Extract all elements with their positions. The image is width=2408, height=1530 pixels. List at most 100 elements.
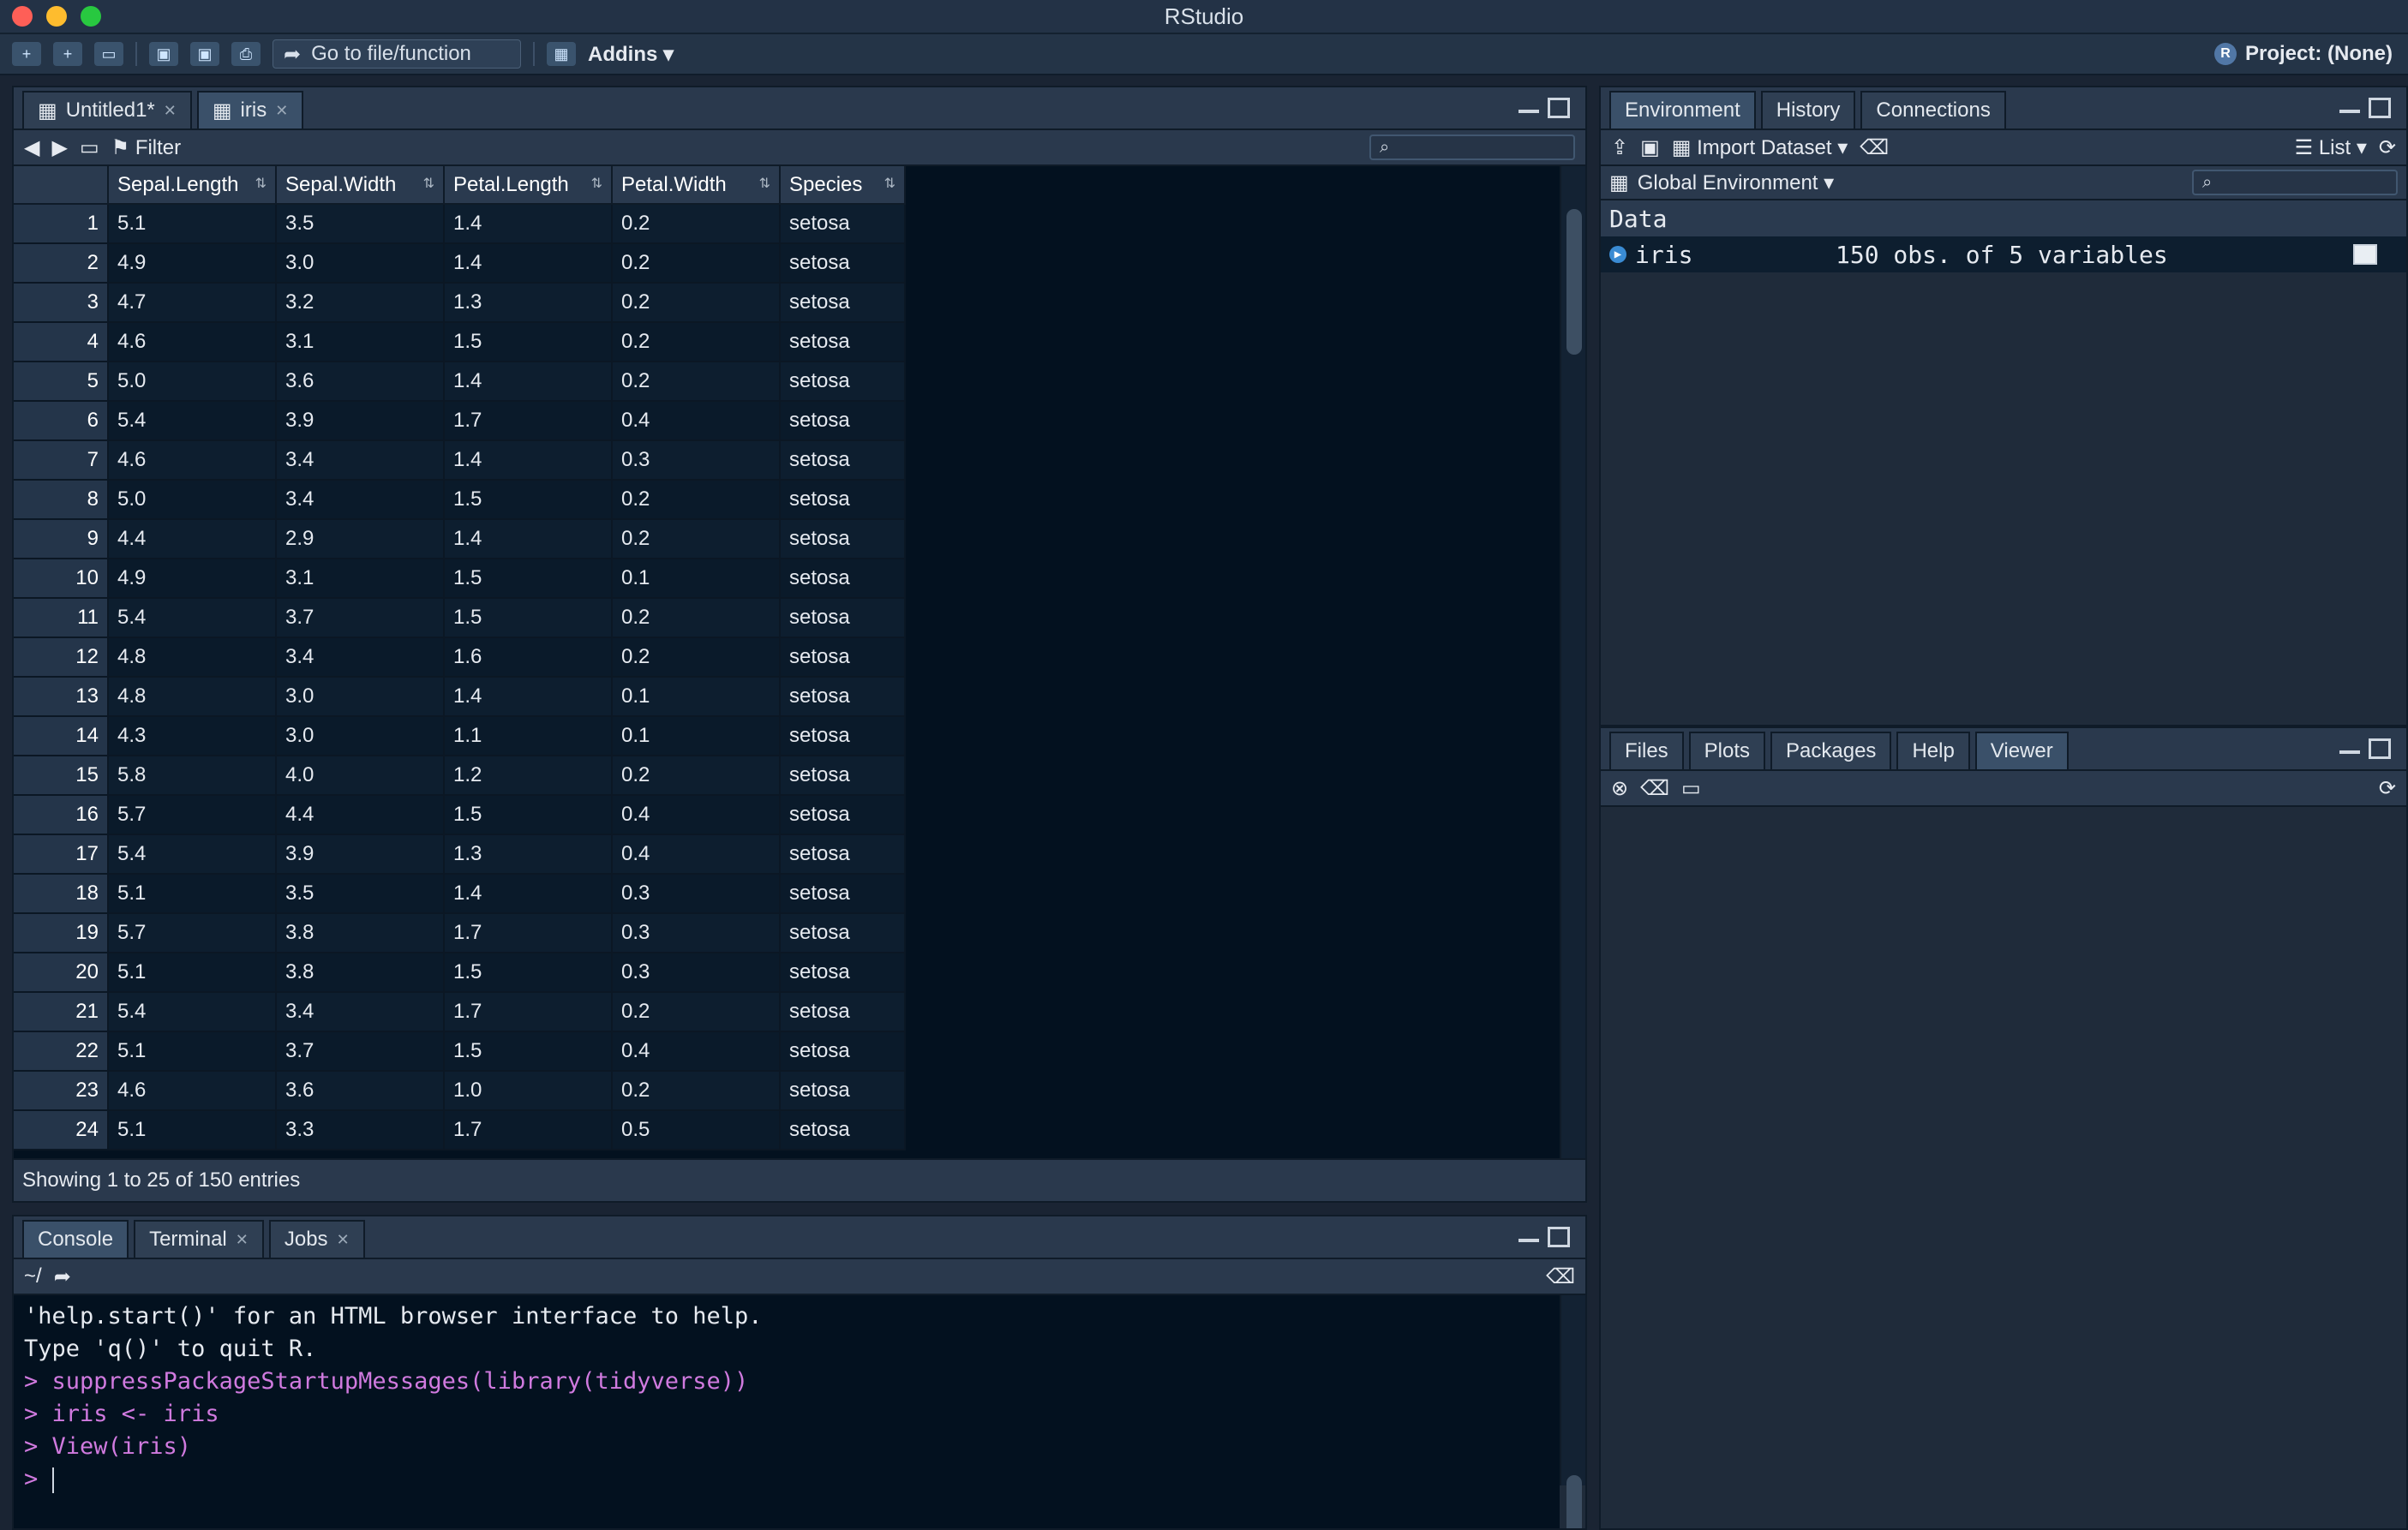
close-tab-icon[interactable]: ✕ <box>337 1231 350 1249</box>
save-workspace-icon[interactable]: ▣ <box>1640 135 1660 160</box>
table-row[interactable]: 13 4.8 3.0 1.4 0.1 setosa <box>14 677 906 717</box>
forward-arrow-icon[interactable]: ▶ <box>51 135 67 160</box>
refresh-icon[interactable]: ⟳ <box>2379 135 2396 160</box>
table-row[interactable]: 22 5.1 3.7 1.5 0.4 setosa <box>14 1031 906 1072</box>
go-to-directory-icon[interactable]: ➦ <box>54 1264 71 1289</box>
tab-history[interactable]: History <box>1760 91 1856 128</box>
table-row[interactable]: 17 5.4 3.9 1.3 0.4 setosa <box>14 834 906 875</box>
print-icon[interactable]: ⎙ <box>231 42 261 66</box>
table-row[interactable]: 20 5.1 3.8 1.5 0.3 setosa <box>14 953 906 993</box>
header-petal-width[interactable]: Petal.Width ⇅ <box>612 166 781 205</box>
console-output[interactable]: 'help.start()' for an HTML browser inter… <box>14 1295 1560 1528</box>
tab-console[interactable]: Console <box>22 1220 129 1258</box>
table-cell: 1.5 <box>444 795 613 835</box>
grid-search-input[interactable]: ⌕ <box>1369 134 1575 160</box>
minimize-pane-icon[interactable] <box>2339 98 2360 113</box>
tab-connections[interactable]: Connections <box>1860 91 2006 128</box>
row-number-header[interactable] <box>14 166 109 205</box>
maximize-pane-icon[interactable] <box>1548 98 1570 118</box>
close-tab-icon[interactable]: ✕ <box>164 102 177 120</box>
minimize-pane-icon[interactable] <box>1518 1227 1539 1242</box>
env-search-input[interactable]: ⌕ <box>2192 170 2398 195</box>
tab-terminal[interactable]: Terminal ✕ <box>134 1220 264 1258</box>
clear-viewer-icon[interactable]: ⌫ <box>1640 776 1669 801</box>
workspace-panes-icon[interactable]: ▦ <box>547 42 576 66</box>
tab-iris[interactable]: ▦ iris ✕ <box>196 91 304 128</box>
table-row[interactable]: 19 5.7 3.8 1.7 0.3 setosa <box>14 913 906 953</box>
close-window-button[interactable] <box>12 6 33 27</box>
close-tab-icon[interactable]: ✕ <box>236 1231 249 1249</box>
goto-file-function[interactable]: ➦ Go to file/function <box>273 39 521 69</box>
refresh-viewer-icon[interactable]: ⟳ <box>2379 776 2396 801</box>
grid-scroll-thumb[interactable] <box>1566 209 1582 355</box>
global-environment-dropdown[interactable]: Global Environment ▾ <box>1638 170 1835 195</box>
table-row[interactable]: 14 4.3 3.0 1.1 0.1 setosa <box>14 716 906 756</box>
tab-jobs[interactable]: Jobs ✕ <box>268 1220 365 1258</box>
project-menu[interactable]: R Project: (None) <box>2213 42 2393 66</box>
header-sepal-length[interactable]: Sepal.Length ⇅ <box>108 166 277 205</box>
table-row[interactable]: 11 5.4 3.7 1.5 0.2 setosa <box>14 598 906 638</box>
back-arrow-icon[interactable]: ◀ <box>24 135 39 160</box>
table-cell: setosa <box>780 637 906 678</box>
table-row[interactable]: 21 5.4 3.4 1.7 0.2 setosa <box>14 992 906 1032</box>
grid-scrollbar[interactable] <box>1560 166 1585 1158</box>
maximize-pane-icon[interactable] <box>1548 1227 1570 1247</box>
header-petal-length[interactable]: Petal.Length ⇅ <box>444 166 613 205</box>
env-item-iris[interactable]: ▶ iris 150 obs. of 5 variables <box>1601 236 2406 272</box>
table-row[interactable]: 18 5.1 3.5 1.4 0.3 setosa <box>14 874 906 914</box>
zoom-window-button[interactable] <box>81 6 101 27</box>
minimize-pane-icon[interactable] <box>2339 738 2360 754</box>
table-row[interactable]: 24 5.1 3.3 1.7 0.5 setosa <box>14 1110 906 1150</box>
filter-button[interactable]: ⚑ Filter <box>111 135 182 160</box>
table-row[interactable]: 2 4.9 3.0 1.4 0.2 setosa <box>14 243 906 284</box>
tab-help[interactable]: Help <box>1896 732 1970 769</box>
clear-console-icon[interactable]: ⌫ <box>1546 1264 1575 1289</box>
console-scrollbar[interactable] <box>1560 1295 1585 1528</box>
tab-plots[interactable]: Plots <box>1688 732 1766 769</box>
table-row[interactable]: 10 4.9 3.1 1.5 0.1 setosa <box>14 559 906 599</box>
import-dataset-button[interactable]: ▦ Import Dataset ▾ <box>1672 135 1848 160</box>
table-row[interactable]: 3 4.7 3.2 1.3 0.2 setosa <box>14 283 906 323</box>
open-file-icon[interactable]: ▭ <box>94 42 123 66</box>
console-scroll-thumb[interactable] <box>1566 1475 1582 1528</box>
table-row[interactable]: 7 4.6 3.4 1.4 0.3 setosa <box>14 440 906 481</box>
table-cell: 4.3 <box>108 716 277 756</box>
minimize-window-button[interactable] <box>46 6 67 27</box>
table-row[interactable]: 4 4.6 3.1 1.5 0.2 setosa <box>14 322 906 362</box>
new-project-icon[interactable]: + <box>53 42 82 66</box>
table-row[interactable]: 15 5.8 4.0 1.2 0.2 setosa <box>14 756 906 796</box>
save-icon[interactable]: ▣ <box>149 42 178 66</box>
view-data-icon[interactable] <box>2353 244 2377 265</box>
popout-viewer-icon[interactable]: ▭ <box>1681 776 1701 801</box>
table-row[interactable]: 1 5.1 3.5 1.4 0.2 setosa <box>14 204 906 244</box>
table-row[interactable]: 8 5.0 3.4 1.5 0.2 setosa <box>14 480 906 520</box>
save-all-icon[interactable]: ▣ <box>190 42 219 66</box>
table-row[interactable]: 16 5.7 4.4 1.5 0.4 setosa <box>14 795 906 835</box>
table-row[interactable]: 12 4.8 3.4 1.6 0.2 setosa <box>14 637 906 678</box>
tab-environment[interactable]: Environment <box>1609 91 1756 128</box>
expand-icon[interactable]: ▶ <box>1609 246 1626 263</box>
tab-untitled1[interactable]: ▦ Untitled1* ✕ <box>22 91 192 128</box>
tab-files[interactable]: Files <box>1609 732 1684 769</box>
list-view-button[interactable]: ☰ List ▾ <box>2295 135 2367 160</box>
table-cell: 0.2 <box>612 322 781 362</box>
load-workspace-icon[interactable]: ⇪ <box>1611 135 1628 160</box>
header-sepal-width[interactable]: Sepal.Width ⇅ <box>276 166 445 205</box>
header-species[interactable]: Species ⇅ <box>780 166 906 205</box>
tab-packages[interactable]: Packages <box>1770 732 1892 769</box>
maximize-pane-icon[interactable] <box>2369 738 2391 759</box>
new-file-icon[interactable]: + <box>12 42 41 66</box>
maximize-pane-icon[interactable] <box>2369 98 2391 118</box>
minimize-pane-icon[interactable] <box>1518 98 1539 113</box>
close-tab-icon[interactable]: ✕ <box>275 102 288 120</box>
table-row[interactable]: 6 5.4 3.9 1.7 0.4 setosa <box>14 401 906 441</box>
table-row[interactable]: 23 4.6 3.6 1.0 0.2 setosa <box>14 1071 906 1111</box>
table-row[interactable]: 5 5.0 3.6 1.4 0.2 setosa <box>14 362 906 402</box>
console-pane-controls <box>1518 1227 1570 1247</box>
clear-objects-icon[interactable]: ⌫ <box>1860 135 1889 160</box>
table-row[interactable]: 9 4.4 2.9 1.4 0.2 setosa <box>14 519 906 559</box>
addins-menu[interactable]: Addins ▾ <box>588 42 674 67</box>
remove-viewer-icon[interactable]: ⊗ <box>1611 776 1628 801</box>
tab-viewer[interactable]: Viewer <box>1974 732 2069 769</box>
popout-icon[interactable]: ▭ <box>80 135 99 160</box>
